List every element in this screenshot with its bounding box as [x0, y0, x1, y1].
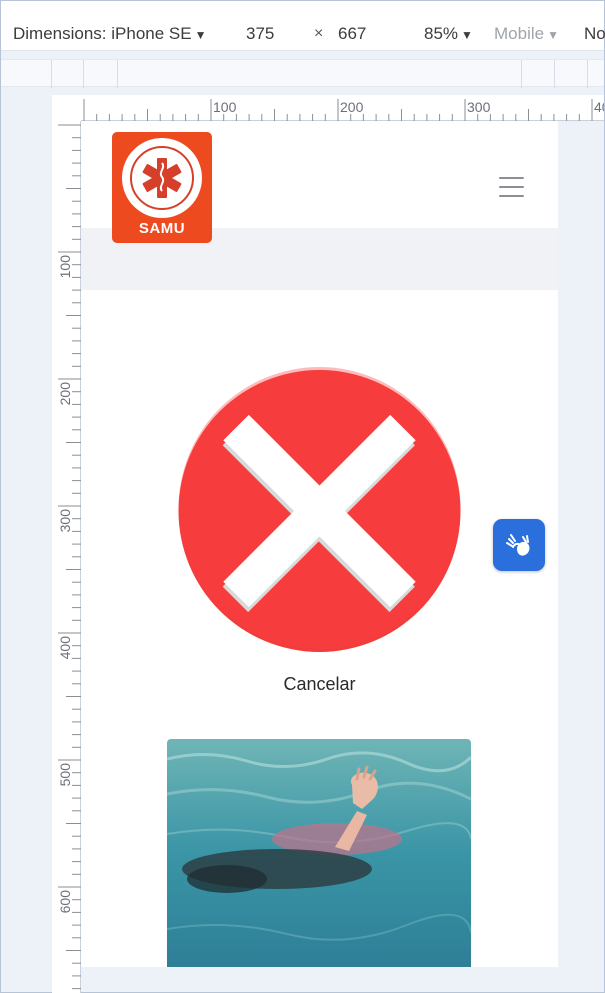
media-query-marker[interactable]	[587, 60, 588, 88]
logo-text: SAMU	[138, 220, 186, 237]
vertical-ruler: 100 200 300 400 500 600	[52, 121, 81, 993]
device-toolbar: Dimensions: iPhone SE ▼ 375 × 667 85% ▼ Mo…	[1, 1, 605, 51]
accessibility-button[interactable]	[493, 519, 545, 571]
zoom-caret-icon: ▼	[461, 28, 473, 42]
horizontal-ruler-ticks: 100 200 300 40	[83, 99, 604, 121]
ruler-label: 100	[57, 255, 73, 279]
ruler-label: 40	[594, 99, 604, 115]
media-query-bar[interactable]	[1, 59, 604, 88]
media-query-marker[interactable]	[83, 60, 84, 88]
dimensions-label: Dimensions: iPhone SE	[13, 24, 192, 43]
drowning-person-photo	[167, 739, 471, 967]
hamburger-menu-icon[interactable]	[499, 177, 524, 197]
times-separator: ×	[314, 25, 324, 42]
vertical-ruler-ticks: 100 200 300 400 500 600	[57, 124, 81, 990]
media-query-marker[interactable]	[51, 60, 52, 88]
device-viewport[interactable]: SAMU Cancelar	[81, 121, 558, 967]
ruler-label: 300	[467, 99, 491, 115]
ruler-label: 400	[57, 636, 73, 660]
zoom-dropdown[interactable]: 85% ▼	[424, 24, 473, 45]
ruler-label: 300	[57, 509, 73, 533]
ruler-label: 200	[340, 99, 364, 115]
dimensions-dropdown[interactable]: Dimensions: iPhone SE ▼	[13, 24, 206, 45]
star-of-life-icon	[142, 158, 182, 198]
device-mode-caret-icon: ▼	[547, 28, 559, 42]
ruler-label: 500	[57, 763, 73, 787]
dimensions-caret-icon: ▼	[194, 28, 207, 42]
logo-seal	[122, 138, 202, 218]
zoom-label: 85%	[424, 24, 459, 43]
ruler-label: 600	[57, 890, 73, 914]
throttling-dropdown[interactable]: No	[584, 24, 605, 44]
cancel-label[interactable]: Cancelar	[81, 674, 558, 695]
media-query-marker[interactable]	[554, 60, 555, 88]
width-input[interactable]: 375	[246, 24, 274, 44]
cancel-x-icon[interactable]	[177, 366, 462, 656]
device-mode-dropdown[interactable]: Mobile ▼	[494, 24, 559, 45]
samu-logo[interactable]: SAMU	[112, 132, 212, 243]
device-mode-label: Mobile	[494, 24, 545, 43]
ruler-corner	[52, 95, 81, 121]
sign-language-hands-icon	[506, 534, 530, 556]
horizontal-ruler: 100 200 300 40	[81, 95, 604, 121]
ruler-label: 100	[213, 99, 237, 115]
media-query-marker[interactable]	[521, 60, 522, 88]
media-query-marker[interactable]	[117, 60, 118, 88]
ruler-label: 200	[57, 382, 73, 406]
height-input[interactable]: 667	[338, 24, 366, 44]
